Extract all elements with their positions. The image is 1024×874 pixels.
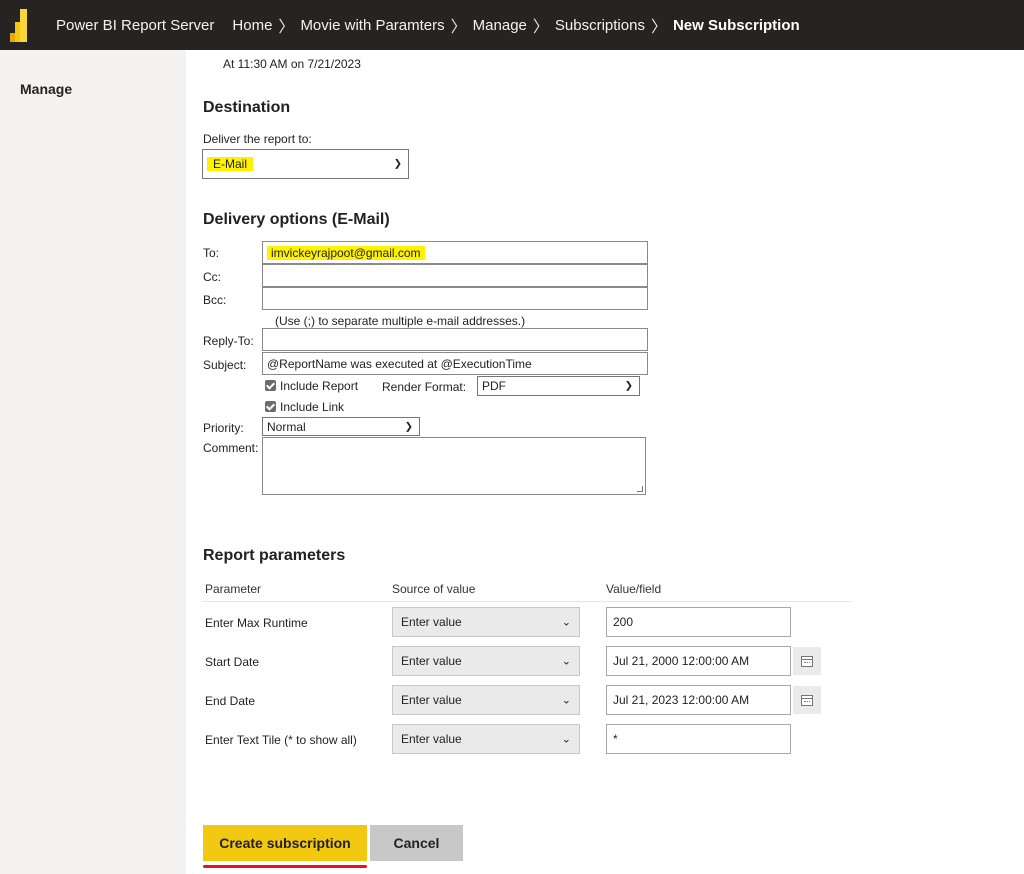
comment-label: Comment:	[203, 441, 259, 455]
render-format-select[interactable]: PDF ❯	[477, 376, 640, 396]
sidebar: Manage	[0, 50, 186, 874]
param-name: Enter Text Tile (* to show all)	[205, 733, 357, 747]
report-parameters-heading: Report parameters	[203, 547, 346, 564]
comment-textarea[interactable]	[262, 437, 646, 495]
render-format-label: Render Format:	[382, 380, 467, 394]
param-source-select[interactable]: Enter value ⌄	[392, 646, 580, 676]
include-report-option[interactable]: Include Report	[265, 379, 358, 393]
column-header-parameter: Parameter	[205, 582, 262, 596]
reply-to-input[interactable]	[262, 328, 648, 351]
param-source-select[interactable]: Enter value ⌄	[392, 607, 580, 637]
param-value-input[interactable]: *	[606, 724, 791, 754]
chevron-down-icon: ❯	[624, 380, 633, 392]
priority-select[interactable]: Normal ❯	[262, 417, 420, 436]
chevron-right-icon: 〉	[650, 19, 667, 36]
param-name: Enter Max Runtime	[205, 616, 308, 630]
chevron-down-icon: ⌄	[561, 616, 571, 629]
include-link-option[interactable]: Include Link	[265, 400, 344, 414]
cancel-button[interactable]: Cancel	[370, 825, 463, 861]
include-report-label: Include Report	[280, 379, 359, 393]
power-bi-logo-icon[interactable]	[0, 0, 40, 50]
breadcrumb-current: New Subscription	[672, 16, 800, 34]
create-subscription-button[interactable]: Create subscription	[203, 825, 367, 861]
column-header-source: Source of value	[392, 582, 476, 596]
delivery-options-heading: Delivery options (E-Mail)	[203, 211, 390, 228]
include-link-checkbox[interactable]	[265, 401, 276, 412]
deliver-to-label: Deliver the report to:	[203, 132, 312, 146]
priority-label: Priority:	[203, 421, 244, 435]
breadcrumb: Home 〉 Movie with Paramters 〉 Manage 〉 S…	[232, 13, 799, 37]
cc-input[interactable]	[262, 264, 648, 287]
param-value-input[interactable]: Jul 21, 2023 12:00:00 AM	[606, 685, 791, 715]
bcc-label: Bcc:	[203, 293, 227, 307]
top-bar: Power BI Report Server Home 〉 Movie with…	[0, 0, 1024, 50]
bcc-input[interactable]	[262, 287, 648, 310]
subject-input[interactable]: @ReportName was executed at @ExecutionTi…	[262, 352, 648, 375]
chevron-down-icon: ⌄	[561, 733, 571, 746]
divider	[202, 601, 852, 602]
chevron-down-icon: ❯	[404, 421, 413, 432]
breadcrumb-subscriptions[interactable]: Subscriptions	[555, 17, 645, 34]
calendar-icon[interactable]	[793, 686, 821, 714]
param-name: Start Date	[205, 655, 260, 669]
main-content: At 11:30 AM on 7/21/2023 Destination Del…	[186, 50, 1024, 874]
column-header-value: Value/field	[606, 582, 662, 596]
param-source-select[interactable]: Enter value ⌄	[392, 724, 580, 754]
chevron-down-icon: ❯	[393, 158, 402, 170]
breadcrumb-report[interactable]: Movie with Paramters	[300, 17, 444, 34]
param-value-input[interactable]: 200	[606, 607, 791, 637]
param-value-input[interactable]: Jul 21, 2000 12:00:00 AM	[606, 646, 791, 676]
sidebar-title: Manage	[20, 81, 73, 97]
email-separator-hint: (Use (;) to separate multiple e-mail add…	[275, 314, 526, 328]
chevron-right-icon: 〉	[450, 19, 467, 36]
param-name: End Date	[205, 694, 256, 708]
breadcrumb-manage[interactable]: Manage	[473, 17, 527, 34]
priority-value: Normal	[267, 419, 306, 434]
chevron-right-icon: 〉	[278, 19, 295, 36]
highlight-underline	[203, 865, 367, 868]
param-source-value: Enter value	[401, 654, 462, 668]
include-report-checkbox[interactable]	[265, 380, 276, 391]
to-input-value: imvickeyrajpoot@gmail.com	[267, 245, 425, 260]
param-source-select[interactable]: Enter value ⌄	[392, 685, 580, 715]
chevron-right-icon: 〉	[532, 19, 549, 36]
param-source-value: Enter value	[401, 615, 462, 629]
delivery-method-select[interactable]: E-Mail ❯	[202, 149, 409, 179]
param-source-value: Enter value	[401, 732, 462, 746]
param-source-value: Enter value	[401, 693, 462, 707]
delivery-method-value: E-Mail	[207, 157, 254, 171]
include-link-label: Include Link	[280, 400, 345, 414]
reply-to-label: Reply-To:	[203, 334, 254, 348]
to-label: To:	[203, 246, 220, 260]
render-format-value: PDF	[482, 379, 506, 393]
chevron-down-icon: ⌄	[561, 655, 571, 668]
chevron-down-icon: ⌄	[561, 694, 571, 707]
breadcrumb-home[interactable]: Home	[232, 17, 272, 34]
resize-handle-icon[interactable]	[637, 486, 643, 492]
cc-label: Cc:	[203, 270, 221, 284]
destination-heading: Destination	[203, 99, 291, 116]
schedule-text: At 11:30 AM on 7/21/2023	[223, 57, 361, 71]
app-name[interactable]: Power BI Report Server	[56, 17, 214, 34]
calendar-icon[interactable]	[793, 647, 821, 675]
subject-label: Subject:	[203, 358, 247, 372]
to-input[interactable]: imvickeyrajpoot@gmail.com	[262, 241, 648, 264]
